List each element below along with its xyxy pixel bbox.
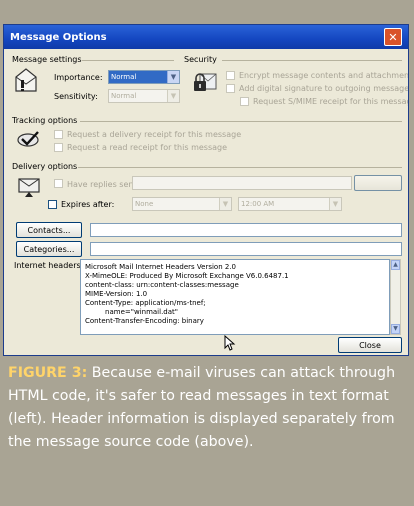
message-settings-title: Message settings <box>12 55 82 64</box>
expires-date-value: None <box>135 200 154 208</box>
header-line: X-MimeOLE: Produced By Microsoft Exchang… <box>85 272 289 280</box>
header-line: content-class: urn:content-classes:messa… <box>85 281 239 289</box>
divider <box>78 167 402 168</box>
importance-envelope-icon <box>15 68 37 92</box>
importance-label: Importance: <box>54 73 103 82</box>
chevron-down-icon: ▼ <box>167 90 179 102</box>
close-window-button[interactable]: ✕ <box>384 28 402 46</box>
digital-signature-checkbox[interactable] <box>226 84 235 93</box>
expires-checkbox[interactable] <box>48 200 57 209</box>
read-receipt-checkbox[interactable] <box>54 143 63 152</box>
contacts-button[interactable]: Contacts... <box>16 222 82 238</box>
tracking-check-icon <box>17 131 39 147</box>
encrypt-checkbox[interactable] <box>226 71 235 80</box>
chevron-down-icon: ▼ <box>167 71 179 83</box>
sensitivity-label: Sensitivity: <box>54 92 98 101</box>
smime-receipt-checkbox[interactable] <box>240 97 249 106</box>
expires-time-select[interactable]: 12:00 AM ▼ <box>238 197 342 211</box>
scroll-down-arrow-icon[interactable]: ▼ <box>391 324 400 334</box>
expires-label: Expires after: <box>61 200 115 209</box>
expires-date-select[interactable]: None ▼ <box>132 197 232 211</box>
title-bar[interactable]: Message Options ✕ <box>4 25 408 49</box>
dialog-title: Message Options <box>10 31 107 43</box>
sensitivity-select[interactable]: Normal ▼ <box>108 89 180 103</box>
chevron-down-icon: ▼ <box>329 198 341 210</box>
delivery-envelope-icon <box>18 178 40 197</box>
security-title: Security <box>184 55 217 64</box>
smime-receipt-label: Request S/MIME receipt for this message <box>253 97 409 106</box>
internet-headers-label: Internet headers: <box>14 261 84 270</box>
replies-checkbox[interactable] <box>54 179 63 188</box>
divider <box>82 60 174 61</box>
header-line: MIME-Version: 1.0 <box>85 290 148 298</box>
replies-field[interactable] <box>132 176 352 190</box>
sensitivity-value: Normal <box>111 92 137 100</box>
select-names-button[interactable] <box>354 175 402 191</box>
header-line: Microsoft Mail Internet Headers Version … <box>85 263 237 271</box>
figure-caption: FIGURE 3: Because e-mail viruses can att… <box>8 362 408 454</box>
header-line: name="winmail.dat" <box>85 308 178 316</box>
divider <box>80 121 402 122</box>
header-line: Content-Type: application/ms-tnef; <box>85 299 206 307</box>
figure-label: FIGURE 3: <box>8 365 88 381</box>
divider <box>222 60 402 61</box>
lock-envelope-icon <box>194 73 217 91</box>
contacts-field[interactable] <box>90 223 402 237</box>
delivery-options-title: Delivery options <box>12 162 78 171</box>
close-button[interactable]: Close <box>338 337 402 353</box>
internet-headers-textarea[interactable]: Microsoft Mail Internet Headers Version … <box>80 259 390 335</box>
message-options-dialog: Message Options ✕ Message settings Impor… <box>3 24 409 356</box>
tracking-options-title: Tracking options <box>12 116 78 125</box>
categories-field[interactable] <box>90 242 402 256</box>
categories-button[interactable]: Categories... <box>16 241 82 257</box>
mouse-cursor-icon <box>224 335 236 351</box>
expires-time-value: 12:00 AM <box>241 200 275 208</box>
scroll-up-arrow-icon[interactable]: ▲ <box>391 260 400 270</box>
delivery-receipt-checkbox[interactable] <box>54 130 63 139</box>
delivery-receipt-label: Request a delivery receipt for this mess… <box>67 130 242 139</box>
digital-signature-label: Add digital signature to outgoing messag… <box>239 84 409 93</box>
chevron-down-icon: ▼ <box>219 198 231 210</box>
importance-value: Normal <box>111 73 137 81</box>
encrypt-label: Encrypt message contents and attachments <box>239 71 409 80</box>
header-line: Content-Transfer-Encoding: binary <box>85 317 204 325</box>
read-receipt-label: Request a read receipt for this message <box>67 143 228 152</box>
headers-scrollbar[interactable]: ▲ ▼ <box>390 259 401 335</box>
importance-select[interactable]: Normal ▼ <box>108 70 180 84</box>
